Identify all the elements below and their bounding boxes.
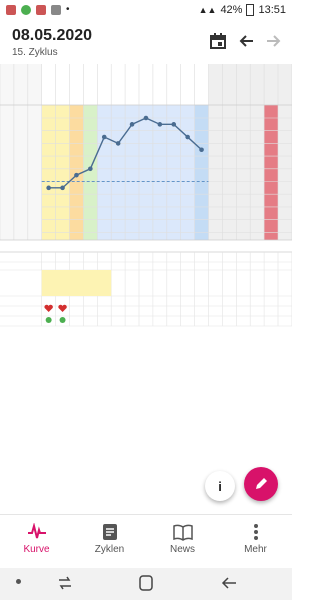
temperature-point	[199, 147, 204, 153]
info-icon: i	[218, 478, 222, 494]
chart-line-icon	[27, 523, 46, 539]
selected-date: 08.05.2020	[12, 27, 93, 44]
temperature-point	[129, 122, 135, 127]
nav-zyklen-label: Zyklen	[94, 544, 125, 555]
more-vertical-icon	[253, 524, 258, 540]
recent-apps-icon[interactable]	[57, 576, 73, 590]
previous-cycle-area	[0, 64, 42, 240]
image-icon	[51, 4, 61, 15]
bottom-navigation: Kurve Zyklen News Mehr	[0, 514, 292, 569]
nav-kurve[interactable]: Kurve	[0, 515, 73, 569]
nav-mehr-label: Mehr	[244, 544, 267, 555]
temperature-point	[60, 185, 65, 191]
lh-positive-icon	[59, 317, 66, 323]
dot-icon[interactable]	[16, 579, 21, 584]
mail-icon-2	[36, 4, 46, 15]
calendar-button[interactable]	[208, 31, 228, 51]
info-button[interactable]: i	[205, 471, 235, 501]
back-icon[interactable]	[221, 576, 237, 590]
nav-zyklen[interactable]: Zyklen	[73, 515, 146, 569]
home-icon[interactable]	[139, 575, 153, 591]
edit-entry-button[interactable]	[244, 467, 278, 501]
app-header: 08.05.2020 15. Zyklus	[0, 20, 292, 64]
temperature-point	[157, 122, 163, 127]
mail-icon	[6, 4, 16, 15]
temperature-point	[88, 166, 93, 172]
more-notifications-icon: •	[66, 4, 70, 15]
temperature-point	[74, 172, 79, 178]
arrow-left-icon	[239, 35, 253, 47]
system-navigation-bar	[0, 568, 292, 600]
nav-news[interactable]: News	[146, 515, 219, 569]
clock: 13:51	[258, 4, 286, 16]
pencil-icon	[256, 478, 267, 489]
battery-text: 42%	[220, 4, 243, 16]
list-document-icon	[102, 524, 117, 540]
temperature-point	[115, 141, 121, 146]
temperature-point	[171, 122, 177, 127]
arrow-right-icon	[267, 35, 281, 47]
nav-mehr[interactable]: Mehr	[219, 515, 292, 569]
calendar-icon	[210, 33, 226, 49]
temperature-point	[46, 185, 51, 191]
book-icon	[172, 524, 193, 541]
status-bar: • ▲▲ 42% 13:51	[0, 0, 292, 20]
nav-news-label: News	[169, 544, 195, 555]
cycle-number: 15. Zyklus	[12, 47, 58, 58]
temperature-chart[interactable]	[0, 64, 292, 514]
whatsapp-icon	[21, 4, 31, 15]
previous-day-button[interactable]	[236, 31, 256, 51]
schleim-highlight	[41, 270, 112, 296]
temperature-point	[143, 115, 149, 121]
cycle-day-row	[0, 240, 292, 252]
temperature-point	[185, 134, 190, 140]
battery-icon	[246, 4, 255, 16]
nav-kurve-label: Kurve	[23, 544, 50, 555]
temperature-point	[101, 134, 107, 140]
signal-icon: ▲▲	[198, 5, 217, 15]
next-day-button[interactable]	[264, 31, 284, 51]
lh-positive-icon	[45, 317, 52, 323]
